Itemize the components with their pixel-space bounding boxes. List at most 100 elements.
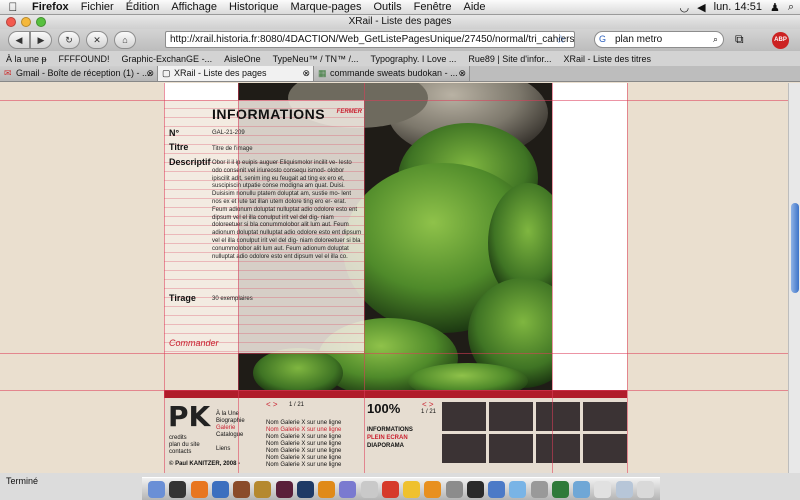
menu-outils[interactable]: Outils	[367, 1, 407, 13]
close-window-icon[interactable]	[6, 17, 16, 27]
bookmark-aisleone[interactable]: AisleOne	[218, 54, 267, 64]
back-button[interactable]: ◀	[8, 31, 30, 49]
contacts-link[interactable]: contacts	[169, 449, 191, 456]
pk-logo[interactable]: PK	[168, 400, 210, 433]
minimize-window-icon[interactable]	[21, 17, 31, 27]
thumbnail[interactable]	[442, 434, 486, 463]
bookmark-typography[interactable]: Typography. I Love ...	[364, 54, 462, 64]
indesign-icon[interactable]	[275, 480, 293, 498]
clock[interactable]: lun. 14:51	[714, 1, 762, 13]
trash-icon[interactable]	[636, 480, 654, 498]
zoom-window-icon[interactable]	[36, 17, 46, 27]
order-link[interactable]: Commander	[169, 338, 219, 348]
menu-firefox[interactable]: Firefox	[26, 1, 75, 13]
view-fullscreen[interactable]: PLEIN ECRAN	[367, 435, 408, 442]
thumbnail[interactable]	[489, 434, 533, 463]
view-slideshow[interactable]: DIAPORAMA	[367, 443, 404, 450]
menu-biographie[interactable]: Biographie	[216, 418, 245, 425]
menu-galerie[interactable]: Galerie	[216, 425, 235, 432]
menu-catalogue[interactable]: Catalogue	[216, 432, 243, 439]
adblock-icon[interactable]: ABP	[772, 32, 789, 49]
app-icon[interactable]	[530, 480, 548, 498]
thumbnail[interactable]	[583, 434, 627, 463]
credits-link[interactable]: credits	[169, 435, 187, 442]
stop-button[interactable]: ✕	[86, 31, 108, 49]
magnifier-icon[interactable]: ⌕	[713, 32, 718, 47]
gallery-line[interactable]: Nom Galerie X sur une ligne	[266, 420, 341, 427]
menu-fenetre[interactable]: Fenêtre	[408, 1, 458, 13]
vertical-scrollbar[interactable]	[788, 83, 800, 473]
bookmark-typeneu[interactable]: TypeNeu™ / TN™ /...	[267, 54, 365, 64]
menu-historique[interactable]: Historique	[223, 1, 285, 13]
thumbnail[interactable]	[536, 402, 580, 431]
zoom-arrows-icon[interactable]: < >	[422, 400, 434, 409]
apple-icon[interactable]: 	[0, 0, 26, 14]
bookmark-xrail[interactable]: XRail - Liste des titres	[557, 54, 657, 64]
search-input[interactable]: G plan metro ⌕	[594, 31, 724, 48]
sidebar-toggle-icon[interactable]: ⧉	[735, 32, 744, 47]
thumbnail[interactable]	[583, 402, 627, 431]
app-icon[interactable]	[488, 480, 506, 498]
menu-edition[interactable]: Édition	[120, 1, 166, 13]
close-tab-icon[interactable]: ⊗	[458, 66, 466, 80]
gallery-line[interactable]: Nom Galerie X sur une ligne	[266, 455, 341, 462]
bookmark-rue89[interactable]: Rue89 | Site d'infor...	[462, 54, 557, 64]
finder-icon[interactable]	[148, 480, 166, 498]
gallery-line[interactable]: Nom Galerie X sur une ligne	[266, 427, 341, 434]
thumbnail[interactable]	[442, 402, 486, 431]
dashboard-icon[interactable]	[169, 480, 187, 498]
sitemap-link[interactable]: plan du site	[169, 442, 200, 449]
bookmark-ffffound[interactable]: FFFFOUND!	[53, 54, 116, 64]
spotlight-icon[interactable]: ⌕	[788, 1, 794, 14]
thumbnail[interactable]	[489, 402, 533, 431]
gallery-line[interactable]: Nom Galerie X sur une ligne	[266, 448, 341, 455]
vlc-icon[interactable]	[424, 480, 442, 498]
scroll-thumb[interactable]	[791, 203, 799, 293]
app-icon[interactable]	[445, 480, 463, 498]
safari-icon[interactable]	[211, 480, 229, 498]
tab-gmail[interactable]: ✉ Gmail - Boîte de réception (1) - ... ⊗	[0, 66, 158, 81]
app-icon[interactable]	[509, 480, 527, 498]
app-icon[interactable]	[551, 480, 569, 498]
bridge-icon[interactable]	[254, 480, 272, 498]
wifi-icon[interactable]: ◡	[680, 1, 690, 14]
app-icon[interactable]	[339, 480, 357, 498]
gallery-line[interactable]: Nom Galerie X sur une ligne	[266, 462, 341, 469]
url-bar[interactable]: http://xrail.historia.fr:8080/4DACTION/W…	[165, 31, 575, 48]
folder-icon[interactable]	[615, 480, 633, 498]
app-icon[interactable]	[403, 480, 421, 498]
acrobat-icon[interactable]	[381, 480, 399, 498]
prev-next-arrows-icon[interactable]: < >	[266, 400, 278, 409]
tab-xrail[interactable]: ▢ XRail - Liste des pages ⊗	[158, 66, 314, 81]
star-icon[interactable]: ☆	[556, 33, 566, 46]
menu-affichage[interactable]: Affichage	[165, 1, 223, 13]
menu-marque-pages[interactable]: Marque-pages	[285, 1, 368, 13]
app-icon[interactable]	[233, 480, 251, 498]
reload-button[interactable]: ↻	[58, 31, 80, 49]
close-info-button[interactable]: FERMER	[337, 109, 362, 115]
app-icon[interactable]	[594, 480, 612, 498]
bookmark-graphic-exchange[interactable]: Graphic-ExchanGE -...	[116, 54, 219, 64]
menu-liens[interactable]: Liens	[216, 446, 230, 453]
app-icon[interactable]	[466, 480, 484, 498]
firefox-icon[interactable]	[190, 480, 208, 498]
thumbnail[interactable]	[536, 434, 580, 463]
volume-icon[interactable]: ◀	[697, 1, 705, 14]
gallery-line[interactable]: Nom Galerie X sur une ligne	[266, 434, 341, 441]
view-informations[interactable]: INFORMATIONS	[367, 427, 413, 434]
menu-a-la-une[interactable]: À la Une	[216, 411, 239, 418]
menu-fichier[interactable]: Fichier	[75, 1, 120, 13]
app-icon[interactable]	[573, 480, 591, 498]
photoshop-icon[interactable]	[296, 480, 314, 498]
menu-aide[interactable]: Aide	[458, 1, 492, 13]
bookmark-a-la-une[interactable]: À la une ᵽ	[0, 54, 53, 64]
gallery-line[interactable]: Nom Galerie X sur une ligne	[266, 441, 341, 448]
user-icon[interactable]: ♟	[770, 1, 780, 14]
home-button[interactable]: ⌂	[114, 31, 136, 49]
close-tab-icon[interactable]: ⊗	[302, 66, 310, 80]
app-icon[interactable]	[360, 480, 378, 498]
tab-commande[interactable]: ▦ commande sweats budokan - ... ⊗	[314, 66, 470, 81]
forward-button[interactable]: ▶	[30, 31, 52, 49]
close-tab-icon[interactable]: ⊗	[146, 66, 154, 80]
illustrator-icon[interactable]	[318, 480, 336, 498]
